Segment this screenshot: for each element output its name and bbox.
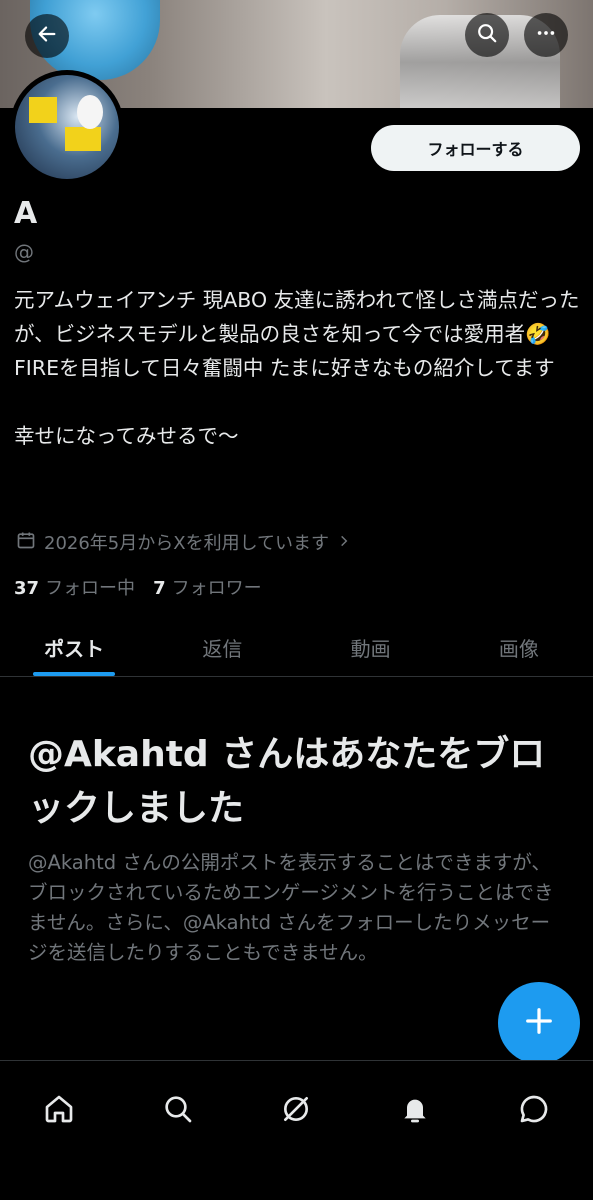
search-icon [476,22,498,48]
following-link[interactable]: 37 フォロー中 [14,574,135,600]
avatar-image [15,75,119,179]
notifications-icon [399,1093,431,1129]
bio-line: FIREを目指して日々奮闘中 たまに好きなもの紹介してます [14,356,555,380]
nav-search[interactable] [148,1081,208,1141]
home-icon [43,1093,75,1129]
avatar[interactable] [10,70,124,184]
more-icon [535,22,557,48]
block-notice-title: @Akahtd さんはあなたをブロックしました [28,734,546,829]
tab-label: 返信 [202,636,243,661]
tab-posts[interactable]: ポスト [0,618,148,676]
avatar-figure [77,95,103,129]
search-button[interactable] [465,13,509,57]
calendar-icon [16,530,36,555]
grok-icon [280,1093,312,1129]
tab-label: 画像 [498,636,539,661]
bio-line: 元アムウェイアンチ 現ABO 友達に誘われて怪しさ満点だったが、ビジネスモデルと… [14,288,580,346]
block-notice-description: @Akahtd さんの公開ポストを表示することはできますが、ブロックされているた… [28,851,554,964]
profile-tabs: ポスト 返信 動画 画像 [0,618,593,677]
nav-home[interactable] [29,1081,89,1141]
followers-link[interactable]: 7 フォロワー [153,574,262,600]
tab-label: 動画 [350,636,391,661]
nav-messages[interactable] [504,1081,564,1141]
joined-date[interactable]: 2026年5月からXを利用しています [16,529,351,555]
tab-videos[interactable]: 動画 [297,618,445,676]
bio-line [14,385,584,419]
back-button[interactable] [25,14,69,58]
nav-notifications[interactable] [385,1081,445,1141]
display-name: A [14,196,38,231]
follow-counts: 37 フォロー中 7 フォロワー [14,574,262,600]
followers-label: フォロワー [171,578,262,599]
joined-text: 2026年5月からXを利用しています [44,533,330,554]
nav-grok[interactable] [266,1081,326,1141]
compose-button[interactable] [498,982,580,1064]
avatar-sign-2 [65,127,101,151]
follow-button[interactable]: フォローする [371,125,580,171]
plus-icon [524,1006,554,1040]
bio: 元アムウェイアンチ 現ABO 友達に誘われて怪しさ満点だったが、ビジネスモデルと… [14,283,584,453]
tab-label: ポスト [44,636,105,661]
tab-media[interactable]: 画像 [445,618,593,676]
messages-icon [518,1093,550,1129]
bio-line: 幸せになってみせるで〜 [14,424,239,448]
more-button[interactable] [524,13,568,57]
back-arrow-icon [36,23,58,49]
following-count: 37 [14,578,40,599]
tab-replies[interactable]: 返信 [148,618,296,676]
chevron-right-icon [337,532,351,553]
followers-count: 7 [153,578,166,599]
following-label: フォロー中 [45,578,136,599]
bottom-nav [0,1060,593,1161]
active-tab-indicator [33,672,116,676]
handle: @ [14,240,34,264]
search-icon [162,1093,194,1129]
avatar-sign [29,97,57,123]
